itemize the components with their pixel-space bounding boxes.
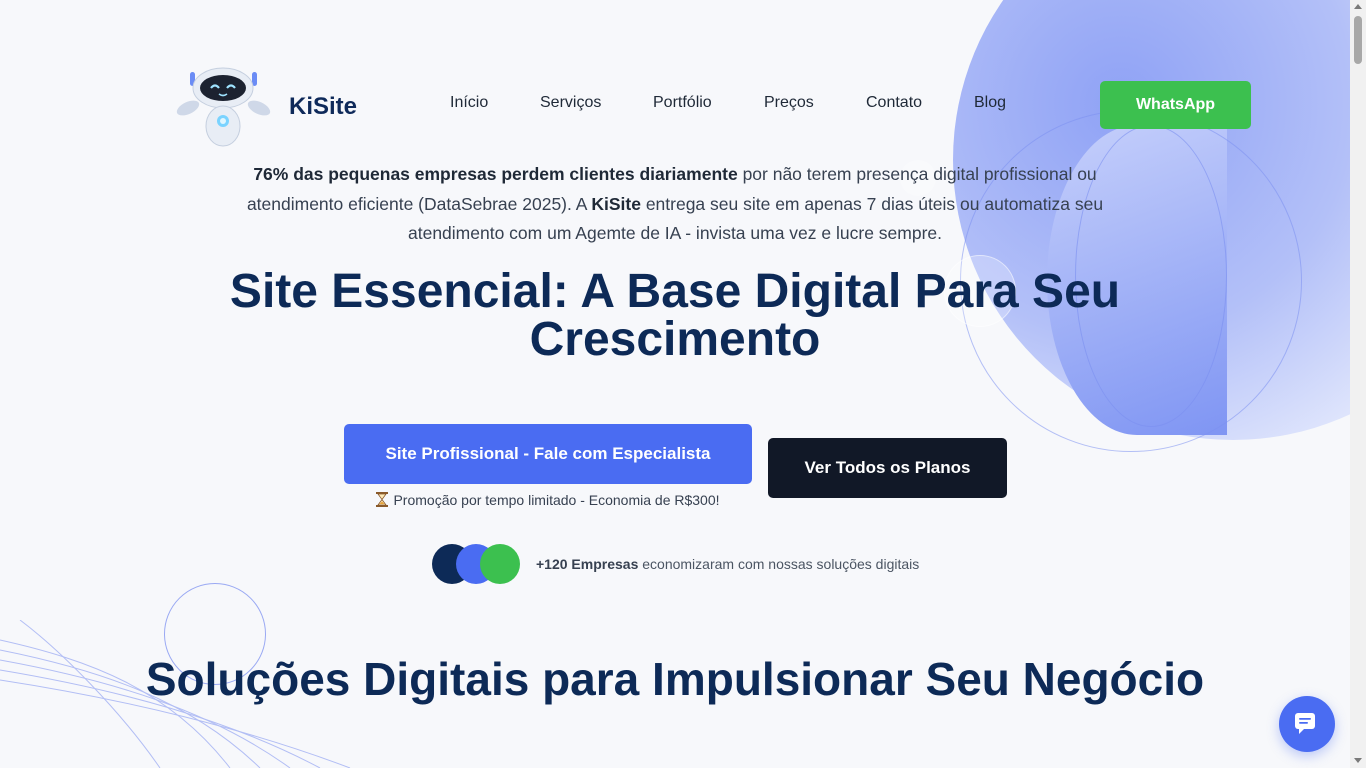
nav-item-servicos[interactable]: Serviços <box>540 94 601 112</box>
hourglass-icon <box>376 492 389 507</box>
page-scrollbar[interactable] <box>1350 0 1366 768</box>
avatar <box>480 544 520 584</box>
customer-avatars <box>432 544 522 584</box>
nav-item-precos[interactable]: Preços <box>764 94 814 112</box>
nav-item-blog[interactable]: Blog <box>974 94 1006 112</box>
nav-item-contato[interactable]: Contato <box>866 94 922 112</box>
specialist-cta-button[interactable]: Site Profissional - Fale com Especialist… <box>344 424 752 484</box>
social-proof-count: +120 Empresas <box>536 556 639 572</box>
page: KiSite Início Serviços Portfólio Preços … <box>0 0 1366 768</box>
chat-bubble-icon <box>1295 713 1315 734</box>
view-plans-button[interactable]: Ver Todos os Planos <box>768 438 1007 498</box>
scrollbar-thumb[interactable] <box>1354 16 1362 64</box>
social-proof: +120 Empresas economizaram com nossas so… <box>432 544 919 584</box>
brand-name: KiSite <box>289 93 358 120</box>
site-logo[interactable]: KiSite <box>176 66 357 148</box>
chat-widget-button[interactable] <box>1279 696 1335 752</box>
scroll-down-arrow-icon[interactable] <box>1354 758 1362 763</box>
hero-intro-brand: KiSite <box>591 193 641 214</box>
hero-intro-highlight: 76% das pequenas empresas perdem cliente… <box>253 164 738 184</box>
solutions-section-title: Soluções Digitais para Impulsionar Seu N… <box>145 653 1205 705</box>
robot-mascot-icon <box>176 67 271 147</box>
scroll-up-arrow-icon[interactable] <box>1354 4 1362 9</box>
promo-text: Promoção por tempo limitado - Economia d… <box>393 492 720 508</box>
nav-item-portfolio[interactable]: Portfólio <box>653 94 712 112</box>
social-proof-text: +120 Empresas economizaram com nossas so… <box>536 556 919 572</box>
social-proof-description: economizaram com nossas soluções digitai… <box>638 556 920 572</box>
nav-item-inicio[interactable]: Início <box>450 94 488 112</box>
whatsapp-button[interactable]: WhatsApp <box>1100 81 1251 129</box>
hero-intro: 76% das pequenas empresas perdem cliente… <box>220 160 1130 249</box>
hero-title: Site Essencial: A Base Digital Para Seu … <box>229 265 1121 366</box>
promo-notice: Promoção por tempo limitado - Economia d… <box>344 492 752 508</box>
